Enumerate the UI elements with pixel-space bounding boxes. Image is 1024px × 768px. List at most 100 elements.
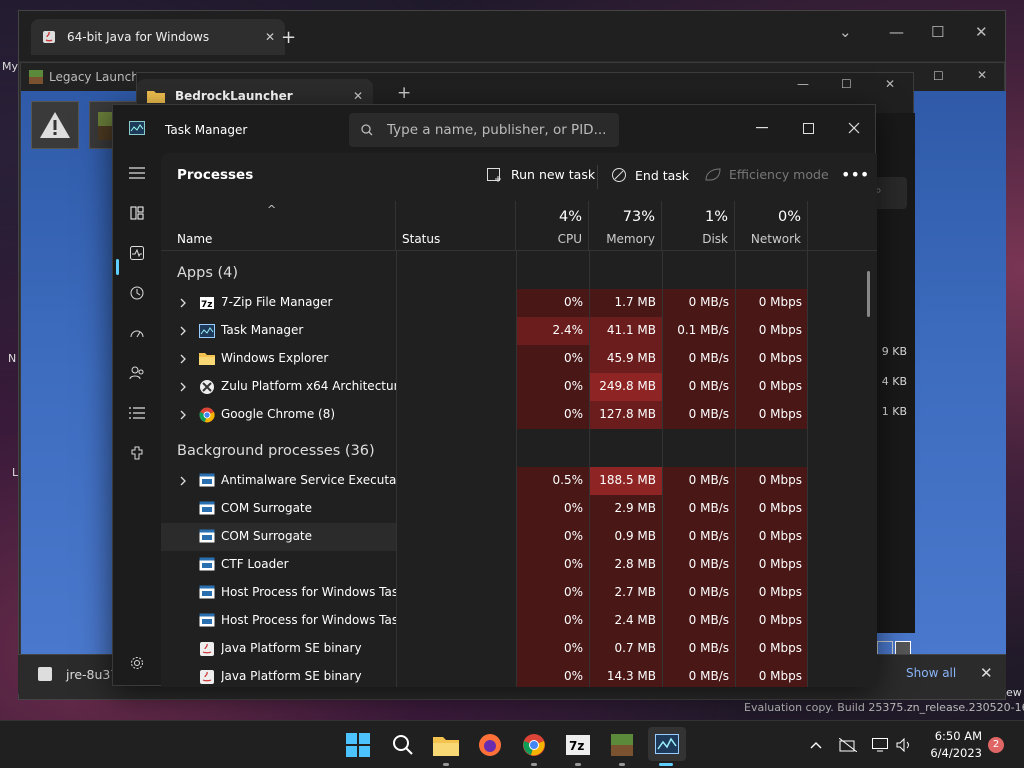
- start-button[interactable]: [342, 729, 374, 761]
- show-all-link[interactable]: Show all: [906, 666, 956, 680]
- minimize-icon[interactable]: [747, 113, 777, 143]
- close-icon[interactable]: ✕: [265, 30, 275, 44]
- background-group-header[interactable]: Background processes (36): [177, 443, 375, 459]
- settings-gear-icon[interactable]: [123, 649, 151, 677]
- chevron-right-icon[interactable]: [177, 297, 189, 309]
- new-tab-button[interactable]: +: [281, 27, 296, 48]
- maximize-icon[interactable]: ☐: [933, 69, 944, 83]
- chevron-right-icon[interactable]: [177, 475, 189, 487]
- run-new-task-button[interactable]: Run new task: [487, 167, 595, 182]
- process-row[interactable]: Java Platform SE binary 0% 14.3 MB 0 MB/s 0 …: [161, 663, 808, 687]
- column-divider: [662, 251, 663, 687]
- processes-icon[interactable]: [123, 199, 151, 227]
- network-total: 0%: [777, 209, 801, 225]
- maximize-icon[interactable]: ☐: [841, 77, 852, 91]
- process-row[interactable]: Antimalware Service Executable 0.5% 188.5 …: [161, 467, 808, 495]
- app-history-icon[interactable]: [123, 279, 151, 307]
- browser-tab[interactable]: 64-bit Java for Windows ✕: [31, 19, 285, 55]
- chrome-icon[interactable]: [518, 729, 550, 761]
- process-row[interactable]: Host Process for Windows Tasks 0% 2.7 MB 0 …: [161, 579, 808, 607]
- maximize-icon[interactable]: [793, 113, 823, 143]
- chevron-right-icon[interactable]: [177, 381, 189, 393]
- chevron-right-icon[interactable]: [177, 409, 189, 421]
- browser-tabstrip: 64-bit Java for Windows ✕ + ⌄ — ☐ ✕: [19, 11, 1005, 61]
- process-row[interactable]: Host Process for Windows Tasks 0% 2.4 MB 0 …: [161, 607, 808, 635]
- disk-value: 0 MB/s: [688, 501, 729, 515]
- process-row[interactable]: Windows Explorer 0% 45.9 MB 0 MB/s 0 Mbps: [161, 345, 808, 373]
- process-row[interactable]: COM Surrogate 0% 2.9 MB 0 MB/s 0 Mbps: [161, 495, 808, 523]
- chevron-right-icon[interactable]: [177, 325, 189, 337]
- browser-tab-title: 64-bit Java for Windows: [67, 30, 210, 44]
- close-icon[interactable]: ✕: [353, 89, 363, 103]
- close-icon[interactable]: [839, 113, 869, 143]
- more-options-icon[interactable]: •••: [841, 165, 869, 184]
- search-input[interactable]: Type a name, publisher, or PID...: [349, 113, 619, 147]
- scrollbar-thumb[interactable]: [867, 271, 870, 317]
- warning-icon[interactable]: [31, 101, 79, 149]
- svg-text:7z: 7z: [201, 300, 213, 310]
- hamburger-icon[interactable]: [123, 159, 151, 187]
- cpu-column-header[interactable]: 4% CPU: [516, 201, 589, 251]
- file-explorer-icon[interactable]: [430, 729, 462, 761]
- memory-value: 1.7 MB: [614, 295, 656, 309]
- minimize-icon[interactable]: —: [889, 23, 904, 41]
- name-column-header[interactable]: ^ Name: [161, 201, 396, 251]
- minimize-icon[interactable]: —: [797, 77, 809, 91]
- details-icon[interactable]: [123, 399, 151, 427]
- clock-date[interactable]: 6/4/2023: [914, 746, 982, 760]
- desktop-label-ew: ew: [1006, 686, 1022, 699]
- process-row[interactable]: 7z 7-Zip File Manager 0% 1.7 MB 0 MB/s 0 Mbps: [161, 289, 808, 317]
- apps-group-header[interactable]: Apps (4): [177, 265, 238, 281]
- services-icon[interactable]: [123, 439, 151, 467]
- leaf-icon: [705, 167, 721, 182]
- users-icon[interactable]: [123, 359, 151, 387]
- new-tab-button[interactable]: +: [397, 83, 411, 103]
- close-icon[interactable]: ✕: [980, 664, 993, 682]
- process-row[interactable]: CTF Loader 0% 2.8 MB 0 MB/s 0 Mbps: [161, 551, 808, 579]
- chevron-up-icon[interactable]: [800, 729, 832, 761]
- process-row[interactable]: Zulu Platform x64 Architectur... 0% 249.8 …: [161, 373, 808, 401]
- java-icon: [199, 669, 215, 685]
- memory-value: 0.7 MB: [614, 641, 656, 655]
- end-task-button[interactable]: End task: [611, 167, 689, 183]
- close-icon[interactable]: ✕: [885, 77, 895, 91]
- startup-apps-icon[interactable]: [123, 319, 151, 347]
- performance-icon[interactable]: [123, 239, 151, 267]
- process-row[interactable]: Task Manager 2.4% 41.1 MB 0.1 MB/s 0 Mbps: [161, 317, 808, 345]
- tm-main: Processes Run new task End task Efficien…: [161, 153, 877, 687]
- maximize-icon[interactable]: ☐: [931, 23, 944, 41]
- column-header: ^ Name Status 4% CPU 73% Memory 1% Disk …: [161, 201, 877, 251]
- cpu-value: 0%: [563, 529, 583, 543]
- tiles-view-icon[interactable]: [895, 641, 911, 655]
- chevron-down-icon[interactable]: ⌄: [839, 23, 852, 41]
- taskmanager-icon[interactable]: [648, 727, 686, 761]
- notification-badge[interactable]: 2: [988, 737, 1004, 753]
- network-column-header[interactable]: 0% Network: [735, 201, 808, 251]
- disk-total: 1%: [704, 209, 728, 225]
- firefox-icon[interactable]: [474, 729, 506, 761]
- network-disconnected-icon[interactable]: [832, 729, 864, 761]
- chrome-icon: [199, 407, 215, 423]
- minecraft-icon[interactable]: [606, 729, 638, 761]
- close-icon[interactable]: ✕: [977, 68, 987, 82]
- disk-column-header[interactable]: 1% Disk: [662, 201, 735, 251]
- 7zip-icon[interactable]: 7z: [562, 729, 594, 761]
- status-column-header[interactable]: Status: [396, 201, 516, 251]
- clock-time[interactable]: 6:50 AM: [920, 729, 982, 743]
- running-indicator: [619, 763, 625, 766]
- memory-value: 41.1 MB: [606, 323, 656, 337]
- disk-column-label: Disk: [702, 232, 728, 246]
- search-icon[interactable]: [387, 729, 419, 761]
- details-view-icon[interactable]: [877, 641, 893, 655]
- java-icon: [41, 29, 57, 45]
- memory-column-header[interactable]: 73% Memory: [589, 201, 662, 251]
- process-row[interactable]: Java Platform SE binary 0% 0.7 MB 0 MB/s 0 M…: [161, 635, 808, 663]
- process-row[interactable]: Google Chrome (8) 0% 127.8 MB 0 MB/s 0 Mbps: [161, 401, 808, 429]
- nav-selection-indicator: [116, 259, 119, 275]
- chevron-right-icon[interactable]: [177, 353, 189, 365]
- efficiency-mode-button[interactable]: Efficiency mode: [705, 167, 829, 182]
- process-name: COM Surrogate: [221, 529, 313, 543]
- close-icon[interactable]: ✕: [975, 23, 988, 41]
- download-filename[interactable]: jre-8u37: [66, 667, 118, 682]
- process-row[interactable]: COM Surrogate 0% 0.9 MB 0 MB/s 0 Mbps: [161, 523, 808, 551]
